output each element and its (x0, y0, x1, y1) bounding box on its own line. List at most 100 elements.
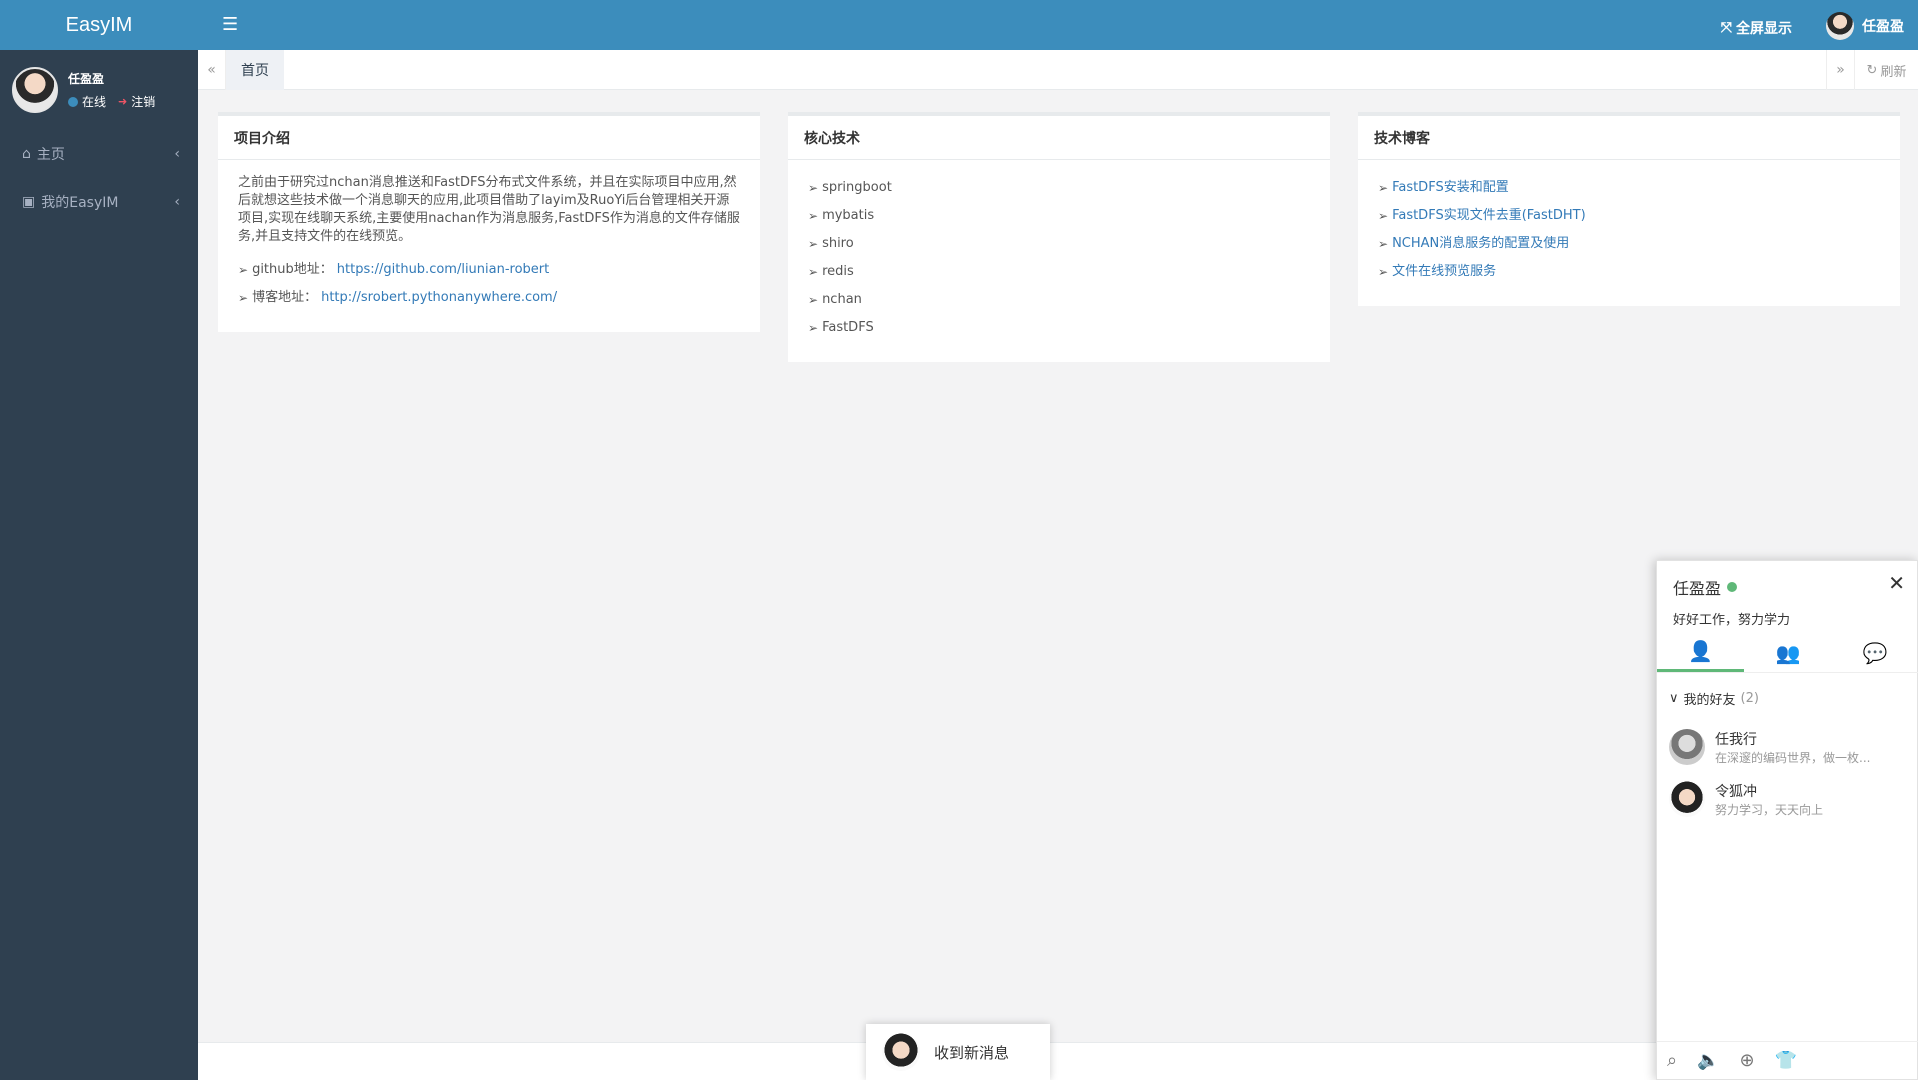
friend-list-item[interactable]: 令狐冲 努力学习，天天向上 (1669, 777, 1909, 821)
contact-card-icon: ▣ (22, 194, 36, 210)
user-avatar (12, 67, 58, 113)
friend-signature: 努力学习，天天向上 (1715, 802, 1824, 817)
user-panel: 任盈盈 在线 ➜ 注销 (0, 50, 198, 130)
chevron-left-icon: ‹ (174, 194, 180, 210)
friend-name: 任我行 (1715, 731, 1757, 748)
paper-plane-icon: ➢ (1378, 265, 1389, 279)
sidebar: EasyIM 任盈盈 在线 ➜ 注销 ⌂ 主页 ‹ ▣ 我的EasyIM ‹ (0, 0, 198, 1080)
app-logo[interactable]: EasyIM (0, 0, 198, 50)
panel-project-intro: 项目介绍 之前由于研究过nchan消息推送和FastDFS分布式文件系统，并且在… (218, 112, 760, 332)
refresh-label: 刷新 (1880, 64, 1907, 80)
refresh-button[interactable]: ↻ 刷新 (1854, 50, 1918, 90)
user-name: 任盈盈 (68, 72, 105, 86)
logout-link[interactable]: 注销 (131, 93, 155, 110)
panel-title: 项目介绍 (218, 116, 760, 160)
skin-icon[interactable]: 👕 (1775, 1050, 1797, 1071)
tabs-scroll-left-icon[interactable]: « (198, 50, 226, 90)
friends-tab-icon[interactable]: 👤 (1657, 633, 1745, 672)
list-item: ➢ 文件在线预览服务 (1378, 258, 1880, 286)
sidebar-item-home[interactable]: ⌂ 主页 ‹ (0, 130, 198, 178)
header-user-name: 任盈盈 (1862, 19, 1904, 35)
sidebar-item-my-easyim[interactable]: ▣ 我的EasyIM ‹ (0, 178, 198, 226)
online-status-icon (68, 96, 78, 107)
list-item: ➢ redis (808, 258, 1310, 286)
paper-plane-icon: ➢ (808, 265, 819, 279)
blog-post-link[interactable]: FastDFS实现文件去重(FastDHT) (1392, 207, 1586, 225)
blog-post-link[interactable]: 文件在线预览服务 (1392, 263, 1496, 281)
intro-text: 之前由于研究过nchan消息推送和FastDFS分布式文件系统，并且在实际项目中… (238, 175, 740, 244)
search-icon[interactable]: ⌕ (1667, 1050, 1677, 1071)
friend-group-label: 我的好友 (1683, 693, 1736, 708)
toast-avatar (882, 1033, 920, 1071)
toast-text: 收到新消息 (934, 1043, 1010, 1062)
panel-title: 技术博客 (1358, 116, 1900, 160)
github-label: github地址： (252, 262, 333, 277)
list-item: ➢ NCHAN消息服务的配置及使用 (1378, 230, 1880, 258)
paper-plane-icon: ➢ (808, 293, 819, 307)
tabs-scroll-right-icon[interactable]: » (1826, 50, 1854, 90)
close-icon[interactable]: ✕ (1888, 571, 1905, 595)
sound-icon[interactable]: 🔈 (1697, 1050, 1719, 1071)
blog-post-link[interactable]: FastDFS安装和配置 (1392, 179, 1509, 197)
add-icon[interactable]: ⊕ (1740, 1050, 1755, 1071)
menu-toggle-icon[interactable]: ☰ (222, 14, 238, 35)
tech-item: FastDFS (822, 320, 874, 335)
panel-core-tech: 核心技术 ➢ springboot ➢ mybatis ➢ shiro ➢ redis … (788, 112, 1330, 362)
fullscreen-label: 全屏显示 (1736, 21, 1792, 37)
list-item: ➢ mybatis (808, 202, 1310, 230)
paper-plane-icon: ➢ (1378, 209, 1389, 223)
header-avatar (1826, 12, 1854, 40)
sidebar-item-label: 我的EasyIM (41, 195, 119, 211)
friend-signature: 在深邃的编码世界，做一枚... (1715, 750, 1871, 765)
new-message-toast[interactable]: 收到新消息 (866, 1024, 1050, 1080)
list-item: ➢ shiro (808, 230, 1310, 258)
im-main-panel: 任盈盈 ✕ 好好工作，努力学力 👤 👥 💬 ∨ 我的好友 (2) 任我行 在深邃… (1656, 560, 1918, 1080)
tech-item: springboot (822, 180, 892, 195)
paper-plane-icon: ➢ (808, 209, 819, 223)
panel-title: 核心技术 (788, 116, 1330, 160)
history-tab-icon[interactable]: 💬 (1832, 633, 1918, 672)
paper-plane-icon: ➢ (1378, 237, 1389, 251)
list-item: ➢ FastDFS安装和配置 (1378, 174, 1880, 202)
tech-item: shiro (822, 236, 854, 251)
paper-plane-icon: ➢ (238, 291, 249, 305)
friend-group-count: (2) (1740, 691, 1759, 706)
chevron-left-icon: ‹ (174, 146, 180, 162)
tech-item: mybatis (822, 208, 875, 223)
logout-icon[interactable]: ➜ (118, 95, 127, 108)
online-status-label: 在线 (82, 95, 107, 109)
paper-plane-icon: ➢ (808, 237, 819, 251)
im-signature[interactable]: 好好工作，努力学力 (1673, 609, 1790, 628)
paper-plane-icon: ➢ (1378, 181, 1389, 195)
fullscreen-button[interactable]: ⤧ 全屏显示 (1721, 18, 1792, 38)
paper-plane-icon: ➢ (808, 181, 819, 195)
tab-home[interactable]: 首页 (226, 50, 284, 90)
friend-avatar (1669, 729, 1705, 765)
friend-avatar (1669, 781, 1705, 817)
expand-icon: ⤧ (1720, 20, 1732, 36)
im-user-name: 任盈盈 (1673, 579, 1722, 598)
chevron-down-icon: ∨ (1669, 691, 1679, 706)
friend-group-header[interactable]: ∨ 我的好友 (2) (1669, 689, 1759, 708)
list-item: ➢ FastDFS实现文件去重(FastDHT) (1378, 202, 1880, 230)
list-item: ➢ FastDFS (808, 314, 1310, 342)
refresh-icon: ↻ (1866, 62, 1878, 78)
friend-name: 令狐冲 (1715, 783, 1757, 800)
github-link[interactable]: https://github.com/liunian-robert (337, 261, 549, 279)
paper-plane-icon: ➢ (238, 263, 249, 277)
tech-item: nchan (822, 292, 862, 307)
blog-label: 博客地址： (252, 290, 318, 305)
panel-tech-blog: 技术博客 ➢ FastDFS安装和配置 ➢ FastDFS实现文件去重(FastDH… (1358, 112, 1900, 306)
im-tabs: 👤 👥 💬 (1657, 633, 1918, 673)
header-user-menu[interactable]: 任盈盈 (1826, 12, 1904, 40)
groups-tab-icon[interactable]: 👥 (1744, 633, 1831, 672)
tech-item: redis (822, 264, 854, 279)
paper-plane-icon: ➢ (808, 321, 819, 335)
online-status-icon[interactable] (1727, 582, 1738, 592)
friend-list-item[interactable]: 任我行 在深邃的编码世界，做一枚... (1669, 725, 1909, 769)
tabs-bar: « 首页 » ↻ 刷新 (198, 50, 1918, 90)
blog-link[interactable]: http://srobert.pythonanywhere.com/ (321, 289, 557, 307)
im-toolbar: ⌕ 🔈 ⊕ 👕 (1657, 1041, 1918, 1079)
blog-post-link[interactable]: NCHAN消息服务的配置及使用 (1392, 235, 1569, 253)
sidebar-item-label: 主页 (36, 147, 65, 163)
